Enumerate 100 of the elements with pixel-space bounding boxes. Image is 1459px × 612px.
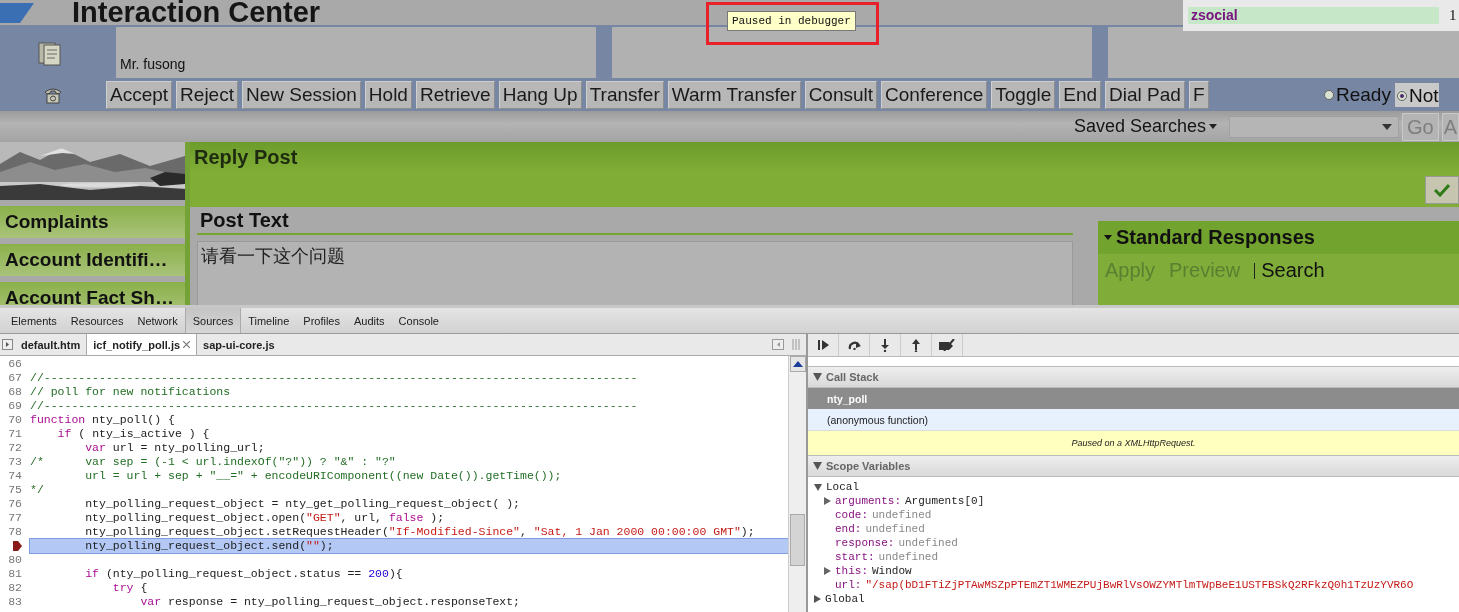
line-number: 83 [7, 595, 22, 609]
confirm-button[interactable] [1425, 175, 1459, 204]
expand-arrow-icon[interactable] [814, 595, 821, 603]
deactivate-breakpoints-icon[interactable] [938, 339, 956, 351]
scope-group[interactable]: Global [825, 593, 865, 605]
code-line: nty_polling_request_object = nty_get_polling_request_object( ); [84, 497, 521, 511]
post-text-field[interactable]: 请看一下这个问题 [197, 241, 1073, 305]
variable-value: undefined [865, 523, 925, 535]
file-tab[interactable]: default.htm [15, 334, 87, 355]
variable-name: code: [835, 509, 868, 521]
code-line: var response = nty_polling_request_object.responseText; [139, 595, 521, 609]
sidebar-toggle-icon[interactable] [2, 339, 13, 350]
scroll-up-button[interactable] [789, 356, 806, 372]
toolbar-button[interactable]: New Session [241, 80, 361, 109]
devtools-tab[interactable]: Resources [63, 308, 131, 333]
nav-item[interactable]: Account Fact Sh… [0, 282, 185, 305]
saved-searches-menu[interactable]: Saved Searches [1073, 116, 1217, 137]
code-line: function nty_poll() { [30, 413, 176, 427]
caret-icon[interactable] [1104, 235, 1112, 240]
check-icon [1434, 182, 1450, 197]
step-into-icon[interactable] [881, 338, 889, 352]
nav-item[interactable]: Account Identifi… [0, 244, 185, 276]
section-heading: Post Text [197, 207, 1073, 235]
panel-toggle-icon[interactable] [772, 339, 784, 350]
expand-arrow-icon[interactable] [824, 567, 831, 575]
devtools-tab[interactable]: Audits [347, 308, 392, 333]
code-line: try { [111, 581, 149, 595]
variable-name: response: [835, 537, 895, 549]
toolbar-button[interactable]: Toggle [991, 80, 1056, 109]
line-number: 76 [7, 497, 22, 511]
toolbar-button[interactable]: Warm Transfer [667, 80, 801, 109]
call-frame[interactable]: (anonymous function) [808, 409, 1459, 430]
expand-arrow-icon[interactable] [824, 497, 831, 505]
devtools-tab[interactable]: Network [130, 308, 185, 333]
line-number: 68 [7, 385, 22, 399]
variable-value: undefined [898, 537, 958, 549]
scrollbar-thumb[interactable] [790, 514, 805, 566]
collapse-arrow-icon[interactable] [814, 483, 822, 491]
panel-title: Reply Post [190, 142, 1459, 172]
panel-title: Standard Responses [1116, 226, 1315, 249]
step-out-icon[interactable] [912, 338, 920, 352]
caret-icon [1381, 123, 1392, 130]
toolbar-button[interactable]: Hold [364, 80, 412, 109]
nav-item[interactable]: Complaints [0, 206, 185, 238]
code-line: if (nty_polling_request_object.status == 200){ [84, 567, 404, 581]
devtools-tab[interactable]: Elements [4, 308, 64, 333]
devtools-tab[interactable]: Timeline [241, 308, 297, 333]
expand-arrow-icon[interactable] [813, 462, 822, 470]
code-line: nty_polling_request_object.open("GET", url, false ); [84, 511, 446, 525]
close-icon[interactable] [183, 341, 191, 348]
toolbar-button[interactable]: Hang Up [498, 80, 582, 109]
line-number: 66 [7, 357, 22, 371]
current-line-highlight: nty_polling_request_object.send(""); [30, 539, 788, 553]
line-number: 71 [7, 427, 22, 441]
toolbar-button[interactable]: Dial Pad [1105, 80, 1185, 109]
breakpoint-marker-icon[interactable] [13, 540, 22, 552]
toolbar-button[interactable]: Conference [881, 80, 988, 109]
toolbar-button[interactable]: Transfer [585, 80, 664, 109]
code-line: //-------------------------------------------------------------------------------------- [30, 371, 639, 385]
devtools-tab[interactable]: Sources [184, 308, 242, 333]
variable-name: url: [835, 579, 862, 591]
pause-message: Paused on a XMLHttpRequest. [808, 430, 1459, 455]
variable-value: undefined [878, 551, 939, 563]
toolbar-button[interactable]: F [1188, 80, 1209, 109]
toolbar-button[interactable]: Reject [176, 80, 238, 109]
action-link[interactable]: Search [1261, 259, 1325, 282]
devtools-tab[interactable]: Profiles [296, 308, 347, 333]
line-number: 80 [7, 553, 22, 567]
variable-value: "/sap(bD1FTiZjPTAwMSZpPTEmZT1WMEZPUjBwRlVsOWZYMTlmTWpBeE1USTFBSkQ2RFkzQ0h1TzUzYVR6O [865, 579, 1414, 591]
code-line: */ [30, 483, 45, 497]
resume-icon[interactable] [817, 340, 829, 350]
variable-value: Window [872, 565, 912, 577]
line-number: 82 [7, 581, 22, 595]
customer-field: Mr. fusong [116, 27, 596, 78]
line-number: 78 [7, 525, 22, 539]
documents-icon[interactable] [38, 39, 62, 66]
radio-button[interactable] [1324, 89, 1334, 100]
section-title: Call Stack [826, 371, 879, 383]
phone-icon[interactable] [43, 85, 63, 104]
toolbar-button[interactable]: Accept [106, 80, 173, 109]
step-over-icon[interactable] [847, 340, 861, 350]
toolbar-button[interactable]: Consult [804, 80, 878, 109]
split-handle-icon[interactable] [792, 339, 800, 350]
code-line: //-------------------------------------------------------------------------------------- [30, 399, 639, 413]
variable-name: end: [835, 523, 862, 535]
line-number: 77 [7, 511, 22, 525]
file-tab[interactable]: sap-ui-core.js [197, 334, 281, 355]
variable-name: start: [835, 551, 875, 563]
toolbar-button[interactable]: Retrieve [415, 80, 495, 109]
scope-group[interactable]: Local [826, 481, 859, 493]
radio-button[interactable] [1396, 90, 1407, 101]
line-number: 69 [7, 399, 22, 413]
variable-name: arguments: [835, 495, 901, 507]
section-header[interactable]: Call Stack [808, 366, 1459, 388]
expand-arrow-icon[interactable] [813, 373, 822, 381]
section-header[interactable]: Scope Variables [808, 455, 1459, 477]
toolbar-button[interactable]: End [1059, 80, 1102, 109]
queue-name[interactable]: zsocial [1188, 7, 1439, 24]
devtools-tab[interactable]: Console [391, 308, 446, 333]
file-tab[interactable]: icf_notify_poll.js [86, 334, 198, 355]
